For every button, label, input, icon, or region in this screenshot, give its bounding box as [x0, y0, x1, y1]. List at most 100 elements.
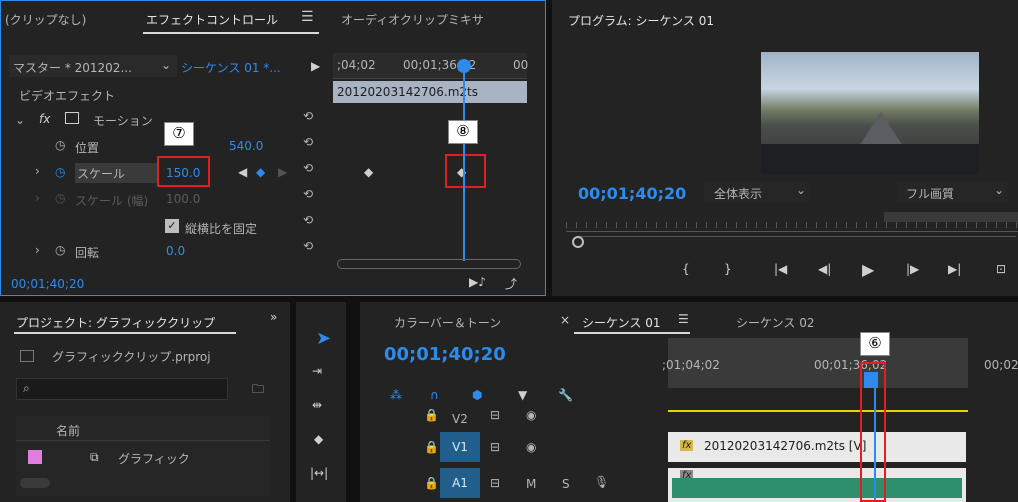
- next-keyframe-icon[interactable]: ▶: [278, 165, 287, 179]
- vertical-divider-tools[interactable]: [346, 302, 360, 502]
- tab-audio-clip-mixer[interactable]: オーディオクリップミキサ: [341, 11, 484, 28]
- tab-sequence-01[interactable]: シーケンス 01: [582, 314, 661, 331]
- add-marker-icon[interactable]: ▼: [518, 388, 527, 402]
- reset-scale-width-icon[interactable]: ⟲: [303, 187, 325, 213]
- expand-panels-icon[interactable]: »: [270, 310, 277, 324]
- track-v2-label[interactable]: V2: [452, 412, 468, 426]
- scale-stopwatch-icon[interactable]: ◷: [55, 165, 65, 179]
- tab-clip-none[interactable]: (クリップなし): [5, 11, 125, 28]
- track-select-tool-icon[interactable]: ⇥: [312, 364, 322, 378]
- project-item-name[interactable]: グラフィック: [118, 450, 190, 467]
- slip-tool-icon[interactable]: |↔|: [310, 466, 328, 480]
- uniform-scale-checkbox[interactable]: ✓: [165, 219, 179, 233]
- project-title[interactable]: プロジェクト: グラフィッククリップ: [16, 314, 215, 331]
- lift-icon[interactable]: ⊡: [996, 262, 1006, 276]
- source-master-select[interactable]: マスター * 201202... ⌄: [9, 55, 177, 77]
- clip-fx-badge[interactable]: fx: [680, 440, 694, 451]
- position-value[interactable]: 540.0: [229, 139, 263, 153]
- search-icon: ⌕: [23, 381, 30, 395]
- expand-scale-chevron-icon[interactable]: ›: [35, 164, 40, 178]
- tab-sequence-02[interactable]: シーケンス 02: [736, 314, 815, 331]
- program-timecode[interactable]: 00;01;40;20: [578, 184, 686, 203]
- a1-clip[interactable]: fx: [668, 468, 966, 502]
- eye-icon[interactable]: ◉: [526, 408, 536, 422]
- project-search-input[interactable]: ⌕: [16, 378, 228, 400]
- rotation-value[interactable]: 0.0: [166, 244, 185, 258]
- reset-position-icon[interactable]: ⟲: [303, 135, 325, 161]
- tab-color-bars[interactable]: カラーバー＆トーン: [394, 314, 501, 331]
- list-header-divider: [16, 440, 270, 441]
- lock-icon[interactable]: 🔒: [424, 440, 439, 454]
- add-keyframe-icon[interactable]: ◆: [256, 165, 265, 179]
- new-bin-icon[interactable]: 🗀: [252, 380, 264, 401]
- stopwatch-icon[interactable]: ◷: [55, 138, 65, 152]
- v1-clip[interactable]: fx 20120203142706.m2ts [V]: [668, 432, 966, 462]
- program-title[interactable]: プログラム: シーケンス 01: [568, 12, 714, 29]
- step-forward-icon[interactable]: |▶: [906, 262, 919, 276]
- wrench-icon[interactable]: 🔧: [558, 388, 573, 402]
- transform-box-icon[interactable]: [65, 112, 79, 124]
- column-header-name[interactable]: 名前: [56, 422, 80, 439]
- step-back-icon[interactable]: ◀|: [818, 262, 831, 276]
- reset-rotation-icon[interactable]: ⟲: [303, 239, 325, 265]
- timeline-timecode[interactable]: 00;01;40;20: [384, 344, 506, 365]
- play-triangle-icon[interactable]: ▶: [311, 59, 320, 73]
- prev-keyframe-icon[interactable]: ◀: [238, 165, 247, 179]
- timeline-ruler[interactable]: ;01;04;02 00;01;36;02 00;02: [662, 338, 1018, 388]
- timeline-menu-icon[interactable]: ☰: [678, 312, 689, 326]
- keyframe-left[interactable]: ◆: [364, 165, 373, 179]
- reset-motion-icon[interactable]: ⟲: [303, 109, 325, 135]
- project-scrollbar[interactable]: [20, 478, 50, 488]
- solo-button[interactable]: S: [562, 477, 570, 491]
- fx-icon[interactable]: fx: [39, 112, 50, 126]
- ripple-edit-tool-icon[interactable]: ⇹: [312, 398, 322, 412]
- selection-tool-icon[interactable]: ➤: [316, 328, 331, 349]
- effect-playhead-handle[interactable]: [457, 59, 471, 73]
- snap-magnet-icon[interactable]: ∩: [430, 388, 439, 402]
- mute-button[interactable]: M: [526, 477, 536, 491]
- zoom-select[interactable]: 全体表示 ⌄: [704, 182, 810, 202]
- panel-menu-icon[interactable]: ☰: [301, 9, 314, 25]
- linked-selection-icon[interactable]: ⬢: [472, 388, 482, 402]
- go-to-out-icon[interactable]: ▶|: [948, 262, 961, 276]
- expand-chevron-icon[interactable]: ⌄: [15, 113, 25, 127]
- nest-icon[interactable]: ⁂: [390, 388, 402, 402]
- track-v1-target[interactable]: V1: [440, 432, 480, 462]
- scale-width-value: 100.0: [166, 192, 201, 206]
- export-frame-icon[interactable]: ⤴: [505, 275, 517, 292]
- eye-icon[interactable]: ◉: [526, 440, 536, 454]
- rotation-stopwatch-icon[interactable]: ◷: [55, 243, 65, 257]
- effect-ruler[interactable]: ;04;02 00;01;36;02 00: [333, 53, 528, 79]
- reset-scale-icon[interactable]: ⟲: [303, 161, 325, 187]
- track-a1-target[interactable]: A1: [440, 468, 480, 498]
- audio-note-icon[interactable]: ▶♪: [469, 275, 486, 289]
- microphone-icon[interactable]: 🎙: [594, 475, 609, 489]
- item-color-swatch[interactable]: [28, 450, 42, 464]
- scrub-handle[interactable]: [572, 236, 584, 248]
- sync-lock-icon[interactable]: ⊟: [490, 440, 500, 454]
- quality-select[interactable]: フル画質 ⌄: [898, 182, 1008, 202]
- sync-lock-icon[interactable]: ⊟: [490, 408, 500, 422]
- lock-icon[interactable]: 🔒: [424, 408, 439, 422]
- effect-scrollbar[interactable]: [337, 259, 521, 269]
- tab-effect-controls[interactable]: エフェクトコントロール: [146, 11, 278, 28]
- close-tab-icon[interactable]: ×: [560, 313, 570, 327]
- lock-icon[interactable]: 🔒: [424, 476, 439, 490]
- position-label: 位置: [75, 141, 100, 155]
- program-scrub-bar[interactable]: [572, 236, 1016, 248]
- source-sequence-label[interactable]: シーケンス 01 *...: [181, 59, 281, 76]
- reset-uniform-icon[interactable]: ⟲: [303, 213, 325, 239]
- mark-out-icon[interactable]: }: [724, 262, 732, 276]
- effect-timecode[interactable]: 00;01;40;20: [11, 277, 84, 291]
- go-to-in-icon[interactable]: |◀: [774, 262, 787, 276]
- razor-tool-icon[interactable]: ◆: [314, 432, 323, 446]
- play-icon[interactable]: ▶: [862, 260, 874, 279]
- expand-rotation-chevron-icon[interactable]: ›: [35, 243, 40, 257]
- mark-in-icon[interactable]: {: [682, 262, 690, 276]
- keyframe-highlight: [445, 154, 486, 188]
- effect-clip-bar[interactable]: 20120203142706.m2ts: [333, 81, 527, 103]
- vertical-divider-top[interactable]: [546, 0, 552, 296]
- program-ruler[interactable]: [566, 212, 1018, 232]
- track-v1-header: 🔒 V1 ⊟ ◉: [360, 432, 666, 462]
- sync-lock-icon[interactable]: ⊟: [490, 476, 500, 490]
